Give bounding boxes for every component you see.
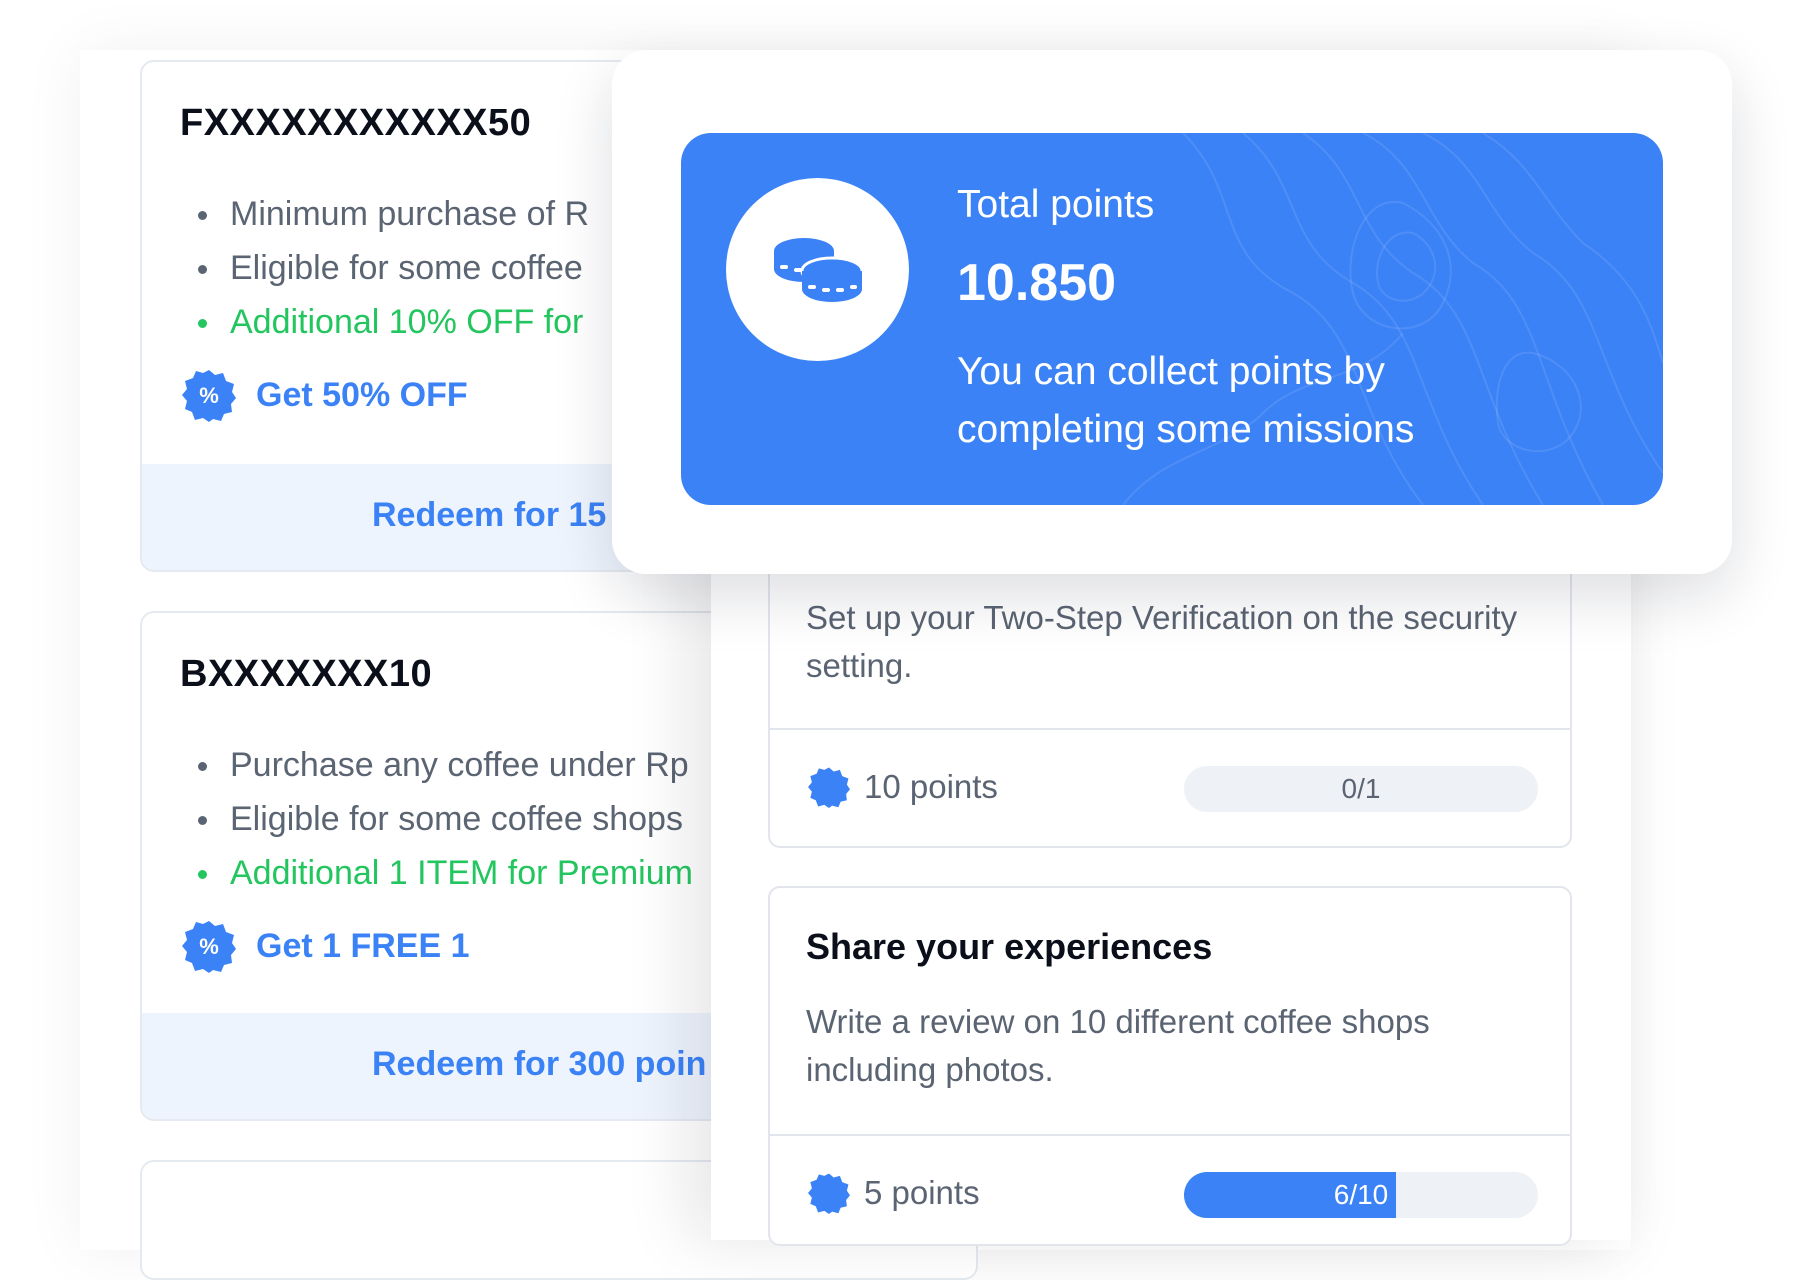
svg-text:%: % <box>199 934 219 959</box>
redeem-label: Redeem for 15 <box>372 496 607 534</box>
offer-label: Get 1 FREE 1 <box>256 926 470 965</box>
mission-card: Set up your Two-Step Verification on the… <box>768 540 1572 848</box>
mission-card: Share your experiences Write a review on… <box>768 886 1572 1246</box>
voucher-condition: Purchase any coffee under Rp <box>180 738 693 792</box>
voucher-condition-premium: Additional 1 ITEM for Premium <box>180 846 693 900</box>
voucher-condition: Minimum purchase of R <box>180 187 589 241</box>
mission-footer: 10 points <box>808 766 998 808</box>
mission-progress-label: 6/10 <box>1333 1179 1389 1210</box>
voucher-condition: Eligible for some coffee <box>180 241 589 295</box>
points-badge-icon <box>808 767 850 808</box>
mission-description: Set up your Two-Step Verification on the… <box>806 599 1518 684</box>
total-points-value: 10.850 <box>957 254 1117 312</box>
svg-text:%: % <box>199 383 219 408</box>
mission-divider <box>770 728 1570 730</box>
redeem-label: Redeem for 300 poin <box>372 1045 707 1083</box>
coins-icon <box>773 237 863 302</box>
total-points-label: Total points <box>957 183 1155 226</box>
voucher-condition-premium: Additional 10% OFF for <box>180 295 589 349</box>
mission-divider <box>770 1134 1570 1136</box>
total-points-card: Total points 10.850 You can collect poin… <box>681 133 1663 505</box>
mission-description: Write a review on 10 different coffee sh… <box>806 1003 1430 1088</box>
mission-progress-bar: 6/10 <box>1184 1172 1538 1218</box>
mission-progress-bar: 0/1 <box>1184 766 1538 812</box>
discount-badge-icon: % <box>182 370 236 422</box>
mission-points: 5 points <box>864 1174 980 1211</box>
discount-badge-icon: % <box>182 921 236 973</box>
voucher-code: FXXXXXXXXXXX50 <box>180 102 532 144</box>
mission-title: Share your experiences <box>806 926 1213 967</box>
voucher-condition: Eligible for some coffee shops <box>180 792 693 846</box>
total-points-description: You can collect points by completing som… <box>957 350 1415 451</box>
voucher-conditions: Minimum purchase of R Eligible for some … <box>180 187 589 349</box>
offer-label: Get 50% OFF <box>256 375 468 414</box>
voucher-conditions: Purchase any coffee under Rp Eligible fo… <box>180 738 693 900</box>
voucher-offer: % Get 50% OFF <box>182 368 468 422</box>
mission-progress-label: 0/1 <box>1341 773 1381 804</box>
coins-avatar <box>726 178 909 361</box>
mission-points: 10 points <box>864 768 998 805</box>
voucher-code: BXXXXXXX10 <box>180 653 433 695</box>
voucher-offer: % Get 1 FREE 1 <box>182 919 470 973</box>
